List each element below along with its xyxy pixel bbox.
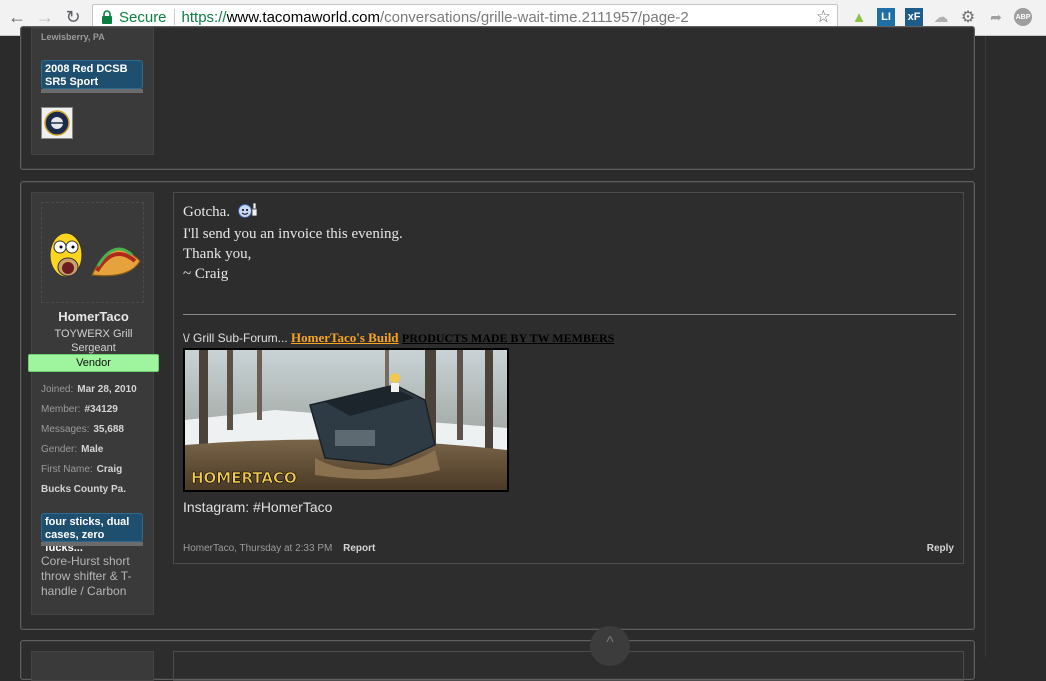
member-row: Member: #34129 [41,404,118,415]
grill-subforum-text: \/ Grill Sub-Forum... [183,331,288,345]
reload-icon: ↻ [65,7,81,27]
message-body: Gotcha. I'll send you an invoice this ev… [183,202,403,284]
vendor-badge: Vendor [28,354,159,372]
next-post-message [173,651,964,681]
android-extension-icon[interactable]: ▲ [850,8,868,26]
gender-row: Gender: Male [41,444,104,455]
footer-author[interactable]: HomerTaco, [183,543,237,554]
joined-row: Joined: Mar 28, 2010 [41,384,137,395]
previous-post: Lewisberry, PA 2008 Red DCSB SR5 Sport [20,26,975,170]
previous-post-location: Lewisberry, PA [41,32,105,42]
adblock-extension-icon[interactable]: ABP [1014,8,1032,26]
message-content: Gotcha. I'll send you an invoice this ev… [173,192,964,564]
username[interactable]: HomerTaco [32,309,155,324]
bookmark-star-icon[interactable]: ☆ [816,7,831,27]
lock-icon [101,10,113,24]
forward-arrow-icon: → [36,7,54,27]
li-extension-icon[interactable]: LI [877,8,895,26]
first-name-row: First Name: Craig [41,464,123,475]
user-info-list: Joined: Mar 28, 2010 Member: #34129 Messag… [41,380,137,500]
messages-row: Messages: 35,688 [41,424,124,435]
signature-image-caption: HOMERTACO [191,469,297,487]
previous-post-truck-badge: 2008 Red DCSB SR5 Sport [41,60,143,89]
signature-links: \/ Grill Sub-Forum... HomerTaco's Build … [183,330,614,346]
share-extension-icon[interactable]: ➦ [987,8,1005,26]
homertaco-build-link[interactable]: HomerTaco's Build [291,330,399,345]
truck-badge: four sticks, dual cases, zero fucks... [41,513,143,554]
products-link[interactable]: PRODUCTS MADE BY TW MEMBERS [402,331,614,345]
cloud-extension-icon[interactable]: ☁ [932,8,950,26]
message-footer: HomerTaco, Thursday at 2:33 PM Report [183,543,375,554]
reload-button[interactable]: ↻ [62,6,84,28]
message-line-1: Gotcha. [183,202,403,224]
url-text: https://www.tacomaworld.com/conversation… [181,8,689,26]
gear-extension-icon[interactable]: ⚙ [959,8,977,26]
badge-shadow [41,542,143,546]
badge-shadow [41,89,143,93]
chevron-up-icon: ^ [606,634,614,651]
instagram-text: Instagram: #HomerTaco [183,499,333,515]
user-title: TOYWERX Grill Sergeant [54,328,133,354]
message-line-4: ~ Craig [183,266,229,282]
forward-button[interactable]: → [34,6,56,28]
custom-profile-text: Core-Hurst short throw shifter & T-handl… [41,554,132,598]
signature-image[interactable]: HOMERTACO [183,348,509,492]
page-edge [985,36,986,657]
previous-post-sidebar: Lewisberry, PA 2008 Red DCSB SR5 Sport [31,27,154,155]
avatar[interactable] [41,202,144,303]
next-post [20,640,975,681]
post: HomerTaco TOYWERX Grill Sergeant Vendor … [20,181,975,630]
xf-extension-icon[interactable]: xF [905,8,923,26]
location-row: Bucks County Pa. [41,484,127,495]
report-link[interactable]: Report [343,543,375,554]
omnibox-separator [173,9,175,25]
thumbs-up-smiley-icon [237,202,259,224]
message-line-2: I'll send you an invoice this evening. [183,226,403,242]
signature-divider [183,314,956,315]
reply-link[interactable]: Reply [927,543,954,554]
back-button[interactable]: ← [6,6,28,28]
secure-label: Secure [119,8,167,26]
navy-emblem-icon [41,107,73,139]
next-post-sidebar [31,651,154,681]
message-line-3: Thank you, [183,246,252,262]
post-timestamp[interactable]: Thursday at 2:33 PM [240,543,333,554]
back-arrow-icon: ← [8,7,26,27]
user-sidebar: HomerTaco TOYWERX Grill Sergeant Vendor … [28,192,159,615]
scroll-to-top-button[interactable]: ^ [590,626,630,666]
